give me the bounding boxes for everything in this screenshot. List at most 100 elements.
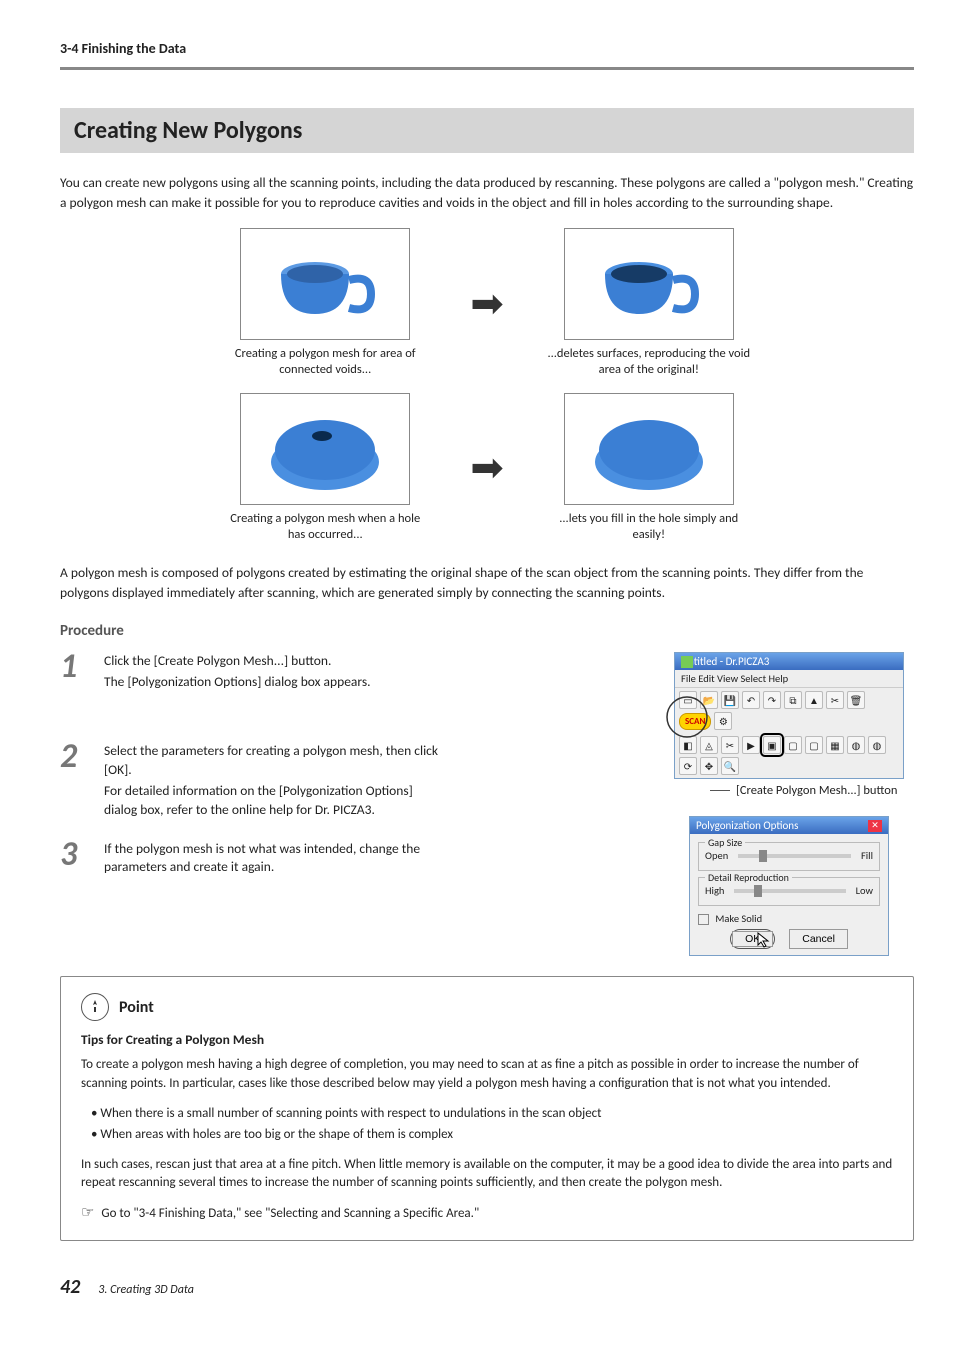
caption: ...lets you fill in the hole simply and … [544,511,754,544]
detail-slider[interactable] [734,889,845,893]
illus-col: Creating a polygon mesh when a hole has … [220,393,430,544]
tool-j-icon[interactable]: ◍ [868,736,886,754]
point-box: Point Tips for Creating a Polygon Mesh T… [60,976,914,1241]
pan-icon[interactable]: ✥ [700,757,718,775]
point-paragraph: In such cases, rescan just that area at … [81,1156,893,1194]
redo-icon[interactable]: ↷ [763,691,781,709]
illus-col: ...deletes surfaces, reproducing the voi… [544,228,754,379]
xref-text: Go to "3-4 Finishing Data," see "Selecti… [101,1206,479,1221]
head-svg [260,406,390,492]
divider [60,67,914,70]
page-number: 42 [60,1275,80,1299]
create-polygon-mesh-button[interactable]: ▣ [763,736,781,754]
zoom-icon[interactable]: 🔍 [721,757,739,775]
callout-circle-icon [665,695,709,739]
callout: [Create Polygon Mesh...] button [664,783,914,798]
dialog-title-text: Polygonization Options [696,819,798,832]
step-2: 2 Select the parameters for creating a p… [60,742,624,820]
app-toolbar-2: ◧ ◬ ✂ ▶ ▣ ▢ ▢ ▦ ◍ ◍ ⟳ ✥ 🔍 [675,733,903,778]
tool-h-icon[interactable]: ▦ [826,736,844,754]
cross-reference: ☞ Go to "3-4 Finishing Data," see "Selec… [81,1203,893,1222]
rotate-icon[interactable]: ⟳ [679,757,697,775]
point-label: Point [119,998,154,1017]
tool-d-icon[interactable]: ▶ [742,736,760,754]
undo-icon[interactable]: ↶ [742,691,760,709]
illustration-row-2: Creating a polygon mesh when a hole has … [220,393,754,544]
detail-reproduction-group: Detail Reproduction High Low [698,877,880,906]
illus-col: Creating a polygon mesh for area of conn… [220,228,430,379]
point-paragraph: To create a polygon mesh having a high d… [81,1056,893,1094]
page-footer: 42 3. Creating 3D Data [60,1275,914,1299]
head-svg [584,406,714,492]
step-subtext: The [Polygonization Options] dialog box … [104,673,624,692]
cancel-button[interactable]: Cancel [789,929,848,949]
app-menubar[interactable]: File Edit View Select Help [675,670,903,688]
caption: Creating a polygon mesh when a hole has … [220,511,430,544]
tool-icon[interactable]: ✂ [826,691,844,709]
gap-size-group: Gap Size Open Fill [698,842,880,871]
step-instruction: Click the [Create Polygon Mesh...] butto… [104,652,624,671]
copy-icon[interactable]: ⧉ [784,691,802,709]
make-solid-row: Make Solid [698,912,880,925]
procedure-heading: Procedure [60,622,914,640]
caption: ...deletes surfaces, reproducing the voi… [544,346,754,379]
cup-result-figure [564,228,734,340]
cup-with-voids-figure [240,228,410,340]
cursor-icon [757,932,771,948]
illustration-block: Creating a polygon mesh for area of conn… [60,228,914,543]
tool-c-icon[interactable]: ✂ [721,736,739,754]
illustration-row-1: Creating a polygon mesh for area of conn… [220,228,754,379]
scale-icon[interactable]: ▲ [805,691,823,709]
tool-g-icon[interactable]: ▢ [805,736,823,754]
section-heading: Creating New Polygons [60,108,914,153]
step-number: 2 [60,742,88,773]
slider-label-left: Open [705,849,728,862]
slider-label-right: Low [856,884,873,897]
cup-svg [589,244,709,324]
app-title-text: Untitled - Dr.PICZA3 [681,655,769,668]
point-icon [81,993,109,1021]
arrow-right-icon: ➡ [470,443,504,492]
section-path: 3-4 Finishing the Data [60,40,914,57]
step-number: 1 [60,652,88,683]
polygonization-options-dialog: Polygonization Options ✕ Gap Size Open F… [689,816,889,956]
step-1: 1 Click the [Create Polygon Mesh...] but… [60,652,624,692]
bullet-item: • When there is a small number of scanni… [91,1104,893,1125]
lightbulb-icon [87,999,103,1015]
step-instruction: Select the parameters for creating a pol… [104,742,444,780]
step-3: 3 If the polygon mesh is not what was in… [60,840,624,878]
step-subtext: For detailed information on the [Polygon… [104,782,444,820]
group-legend: Detail Reproduction [705,871,792,884]
make-solid-label: Make Solid [715,912,762,925]
delete-icon[interactable]: 🗑 [847,691,865,709]
tool-i-icon[interactable]: ◍ [847,736,865,754]
head-hole-figure [240,393,410,505]
app-screenshot: Untitled - Dr.PICZA3 File Edit View Sele… [674,652,904,779]
slider-label-right: Fill [861,849,873,862]
close-icon[interactable]: ✕ [868,820,882,832]
app-titlebar: Untitled - Dr.PICZA3 [675,653,903,670]
tool-f-icon[interactable]: ▢ [784,736,802,754]
make-solid-checkbox[interactable] [698,914,709,925]
arrow-right-icon: ➡ [470,279,504,328]
slider-label-left: High [705,884,724,897]
app-icon [681,656,693,668]
cup-svg [265,244,385,324]
step-number: 3 [60,840,88,871]
point-bullets: • When there is a small number of scanni… [81,1104,893,1146]
dialog-titlebar: Polygonization Options ✕ [690,817,888,834]
settings-icon[interactable]: ⚙ [714,712,732,730]
save-icon[interactable]: 💾 [721,691,739,709]
intro-paragraph: You can create new polygons using all th… [60,173,914,212]
pointer-icon: ☞ [81,1204,94,1222]
gap-size-slider[interactable] [738,854,851,858]
step-instruction: If the polygon mesh is not what was inte… [104,840,444,878]
caption: Creating a polygon mesh for area of conn… [220,346,430,379]
illus-col: ...lets you fill in the hole simply and … [544,393,754,544]
group-legend: Gap Size [705,836,745,849]
chapter-label: 3. Creating 3D Data [98,1283,194,1297]
mid-paragraph: A polygon mesh is composed of polygons c… [60,563,914,602]
bullet-item: • When areas with holes are too big or t… [91,1125,893,1146]
side-figures: Untitled - Dr.PICZA3 File Edit View Sele… [664,652,914,956]
head-filled-figure [564,393,734,505]
